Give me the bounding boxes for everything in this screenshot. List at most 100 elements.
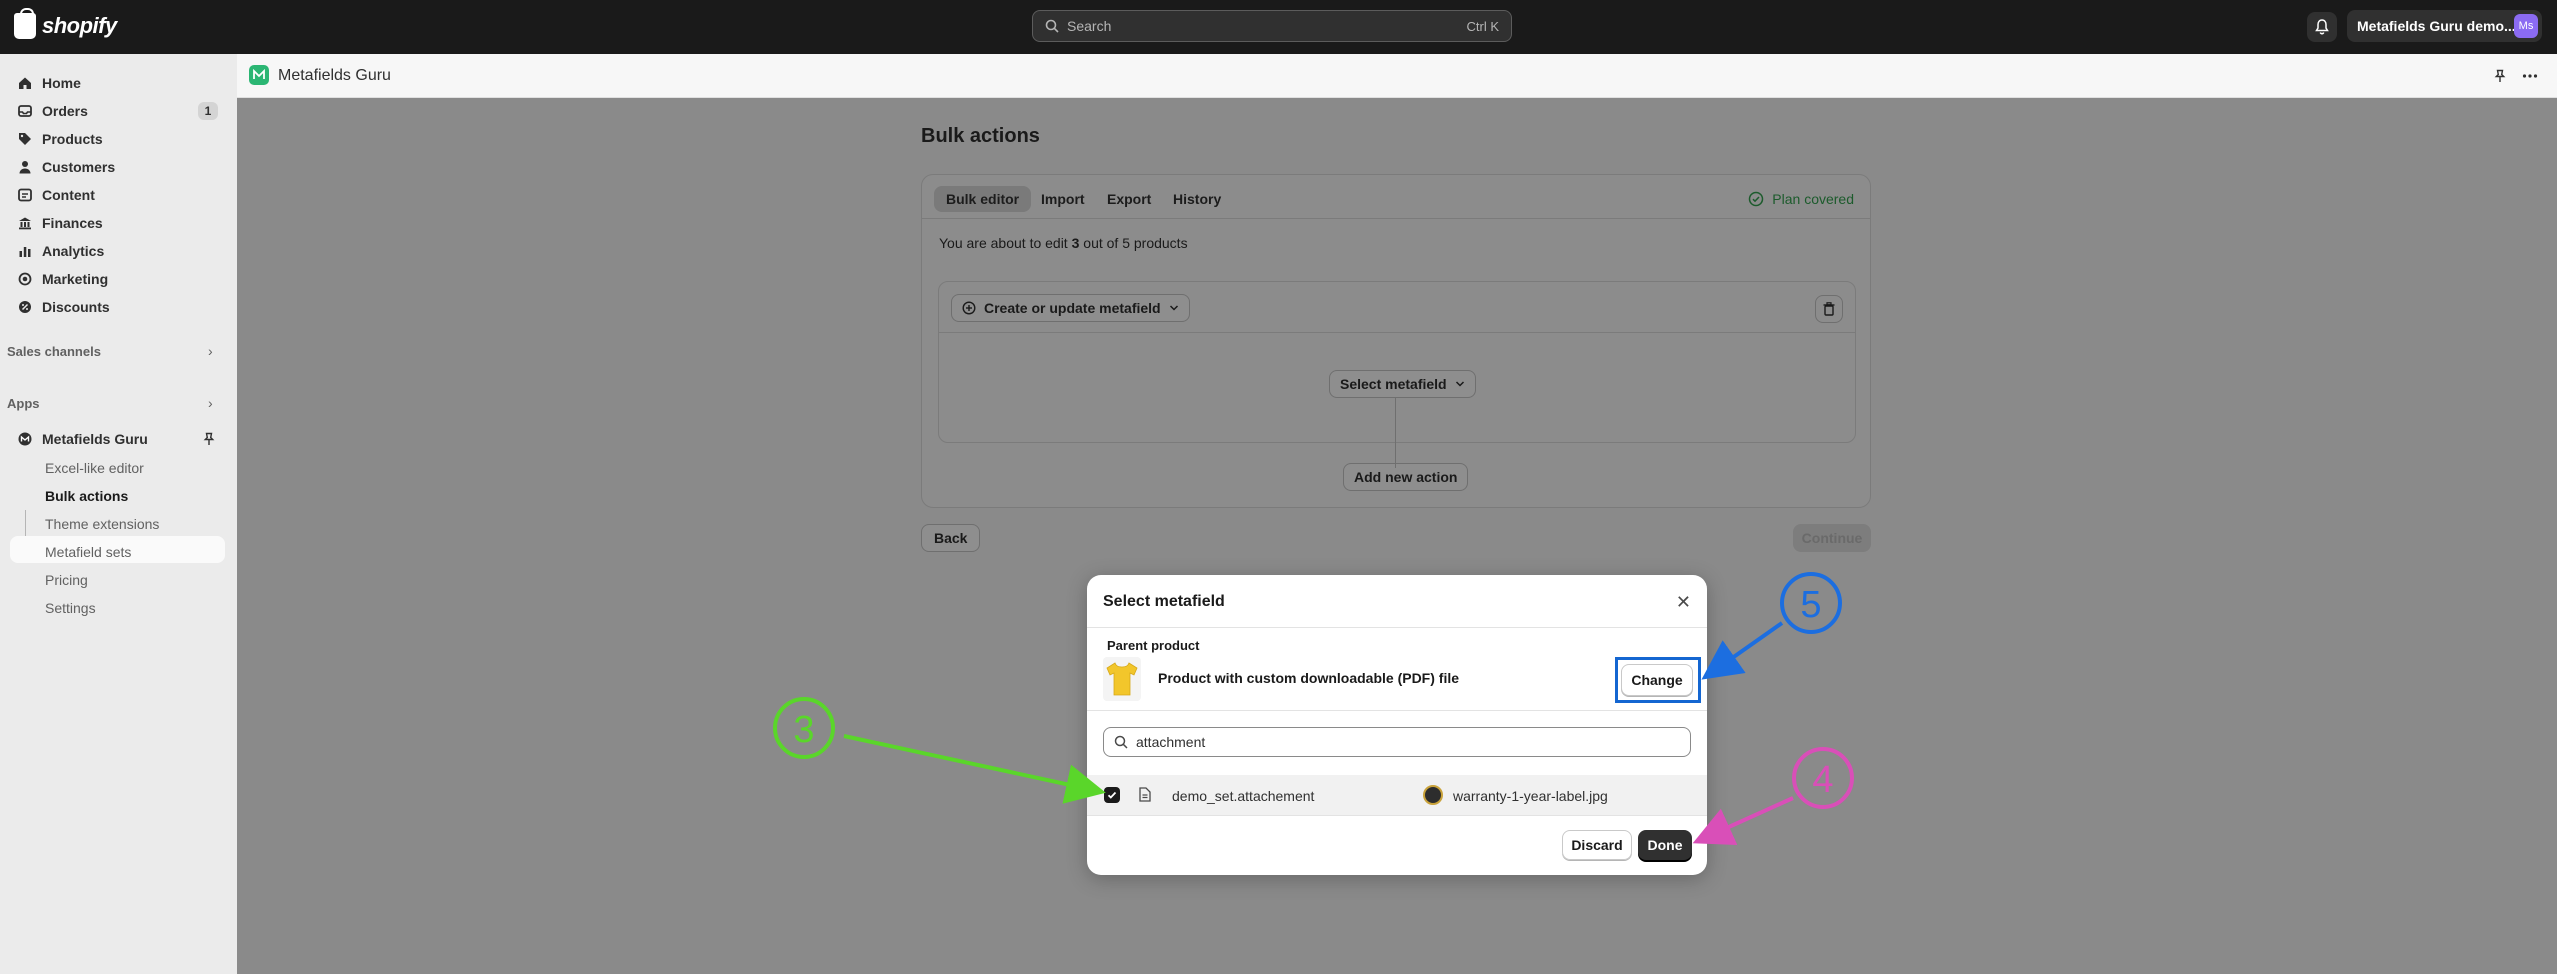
parent-product-name: Product with custom downloadable (PDF) f…	[1158, 670, 1460, 686]
sidebar-subitem-bulk-actions[interactable]: Bulk actions	[45, 488, 128, 504]
check-circle-icon	[1749, 191, 1764, 207]
shopify-logo[interactable]: shopify	[14, 8, 117, 39]
sidebar-item-metafields-guru[interactable]: Metafields Guru	[8, 426, 224, 452]
tab-history[interactable]: History	[1161, 186, 1233, 212]
content-icon	[18, 188, 32, 202]
add-new-action-button[interactable]: Add new action	[1343, 463, 1469, 491]
store-name: Metafields Guru demo...	[2357, 18, 2516, 34]
done-button[interactable]: Done	[1638, 830, 1692, 860]
trash-icon	[1823, 302, 1835, 316]
parent-product-label: Parent product	[1107, 638, 1200, 653]
top-bar: shopify Search Ctrl K Metafields Guru de…	[0, 0, 2557, 54]
action-block-header: Create or update metafield	[939, 282, 1855, 333]
search-shortcut: Ctrl K	[1466, 18, 1500, 34]
sidebar-item-label: Products	[42, 131, 103, 147]
sidebar-item-label: Metafields Guru	[42, 431, 148, 447]
pin-icon[interactable]	[2493, 69, 2507, 83]
chevron-down-icon	[1169, 305, 1178, 311]
sidebar-item-finances[interactable]: Finances	[8, 210, 224, 236]
apps-header[interactable]: Apps	[7, 396, 40, 411]
discard-button[interactable]: Discard	[1562, 830, 1632, 860]
bar-chart-icon	[19, 247, 31, 257]
logo-text: shopify	[42, 13, 117, 38]
sales-channels-header[interactable]: Sales channels	[7, 344, 101, 359]
tab-bar: Bulk editor Import Export History Plan c…	[922, 175, 1870, 219]
plan-status: Plan covered	[1748, 191, 1854, 207]
select-metafield-dropdown[interactable]: Select metafield	[1329, 370, 1476, 398]
metafield-search-value: attachment	[1136, 734, 1206, 750]
sidebar-item-label: Finances	[42, 215, 103, 231]
tab-import[interactable]: Import	[1029, 186, 1097, 212]
pin-icon[interactable]	[202, 432, 216, 446]
create-update-metafield-dropdown[interactable]: Create or update metafield	[951, 294, 1190, 322]
sidebar-item-label: Marketing	[42, 271, 109, 287]
bulk-editor-card: Bulk editor Import Export History Plan c…	[921, 174, 1871, 508]
sidebar-item-label: Home	[42, 75, 81, 91]
tab-export[interactable]: Export	[1095, 186, 1163, 212]
sidebar-item-label: Analytics	[42, 243, 105, 259]
sidebar-item-label: Orders	[42, 103, 88, 119]
sidebar-subitem-excel-editor[interactable]: Excel-like editor	[45, 460, 144, 476]
inbox-icon	[18, 105, 32, 117]
metafields-guru-app-icon	[18, 432, 32, 446]
sidebar-item-orders[interactable]: Orders 1	[8, 98, 224, 124]
action-block: Create or update metafield Select metafi…	[938, 281, 1856, 443]
sidebar-item-home[interactable]: Home	[8, 70, 224, 96]
metafield-checkbox[interactable]	[1104, 787, 1120, 803]
sidebar-item-label: Content	[42, 187, 95, 203]
sidebar-item-products[interactable]: Products	[8, 126, 224, 152]
chevron-right-icon[interactable]: ›	[208, 343, 213, 359]
metafield-search-input[interactable]: attachment	[1103, 727, 1691, 757]
more-options-icon[interactable]	[2522, 69, 2538, 83]
file-thumbnail	[1423, 785, 1443, 805]
tab-bulk-editor[interactable]: Bulk editor	[934, 186, 1032, 212]
orders-count-badge: 1	[198, 102, 218, 120]
plan-status-text: Plan covered	[1772, 191, 1854, 207]
search-input[interactable]: Search Ctrl K	[1032, 10, 1512, 42]
modal-title: Select metafield	[1103, 593, 1225, 610]
sidebar-item-discounts[interactable]: Discounts	[8, 294, 224, 320]
delete-action-button[interactable]	[1815, 295, 1843, 323]
change-product-button[interactable]: Change	[1621, 664, 1693, 696]
search-placeholder: Search	[1067, 18, 1112, 34]
person-icon	[19, 161, 31, 174]
divider	[1087, 710, 1707, 711]
bell-icon	[2315, 19, 2329, 35]
chevron-right-icon[interactable]: ›	[208, 395, 213, 411]
store-menu-button[interactable]: Metafields Guru demo... Ms	[2347, 10, 2542, 42]
shopify-bag-icon	[14, 8, 36, 39]
search-icon	[1114, 735, 1128, 749]
edit-summary: You are about to edit 3 out of 5 product…	[939, 235, 1188, 251]
close-icon[interactable]: ✕	[1676, 592, 1691, 613]
discount-icon	[19, 301, 31, 313]
sidebar-item-marketing[interactable]: Marketing	[8, 266, 224, 292]
divider	[1087, 815, 1707, 816]
sidebar-subitem-theme-extensions[interactable]: Theme extensions	[45, 516, 159, 532]
sidebar-item-label: Discounts	[42, 299, 110, 315]
app-header: Metafields Guru	[237, 54, 2557, 98]
metafield-value: warranty-1-year-label.jpg	[1453, 788, 1608, 804]
sidebar-item-customers[interactable]: Customers	[8, 154, 224, 180]
plus-circle-icon	[962, 301, 976, 315]
avatar: Ms	[2514, 14, 2538, 38]
sidebar-subitem-metafield-sets[interactable]: Metafield sets	[45, 544, 131, 560]
sidebar-item-content[interactable]: Content	[8, 182, 224, 208]
sidebar-item-analytics[interactable]: Analytics	[8, 238, 224, 264]
sidebar-item-label: Customers	[42, 159, 116, 175]
sidebar-subitem-pricing[interactable]: Pricing	[45, 572, 88, 588]
home-icon	[19, 77, 31, 89]
chevron-down-icon	[1455, 381, 1464, 387]
file-icon	[1139, 787, 1151, 802]
continue-button[interactable]: Continue	[1793, 524, 1871, 552]
sidebar-subitem-settings[interactable]: Settings	[45, 600, 96, 616]
app-title: Metafields Guru	[278, 67, 391, 84]
list-item[interactable]: demo_set.attachement warranty-1-year-lab…	[1087, 775, 1707, 815]
sidebar: Home Orders 1 Products Customers Content…	[0, 54, 237, 974]
back-button[interactable]: Back	[921, 524, 981, 552]
bank-icon	[19, 217, 31, 230]
search-icon	[1045, 19, 1059, 33]
divider	[1087, 627, 1707, 628]
edit-prefix: You are about to edit	[939, 235, 1072, 251]
page-title: Bulk actions	[921, 125, 1040, 147]
notifications-button[interactable]	[2307, 12, 2337, 42]
